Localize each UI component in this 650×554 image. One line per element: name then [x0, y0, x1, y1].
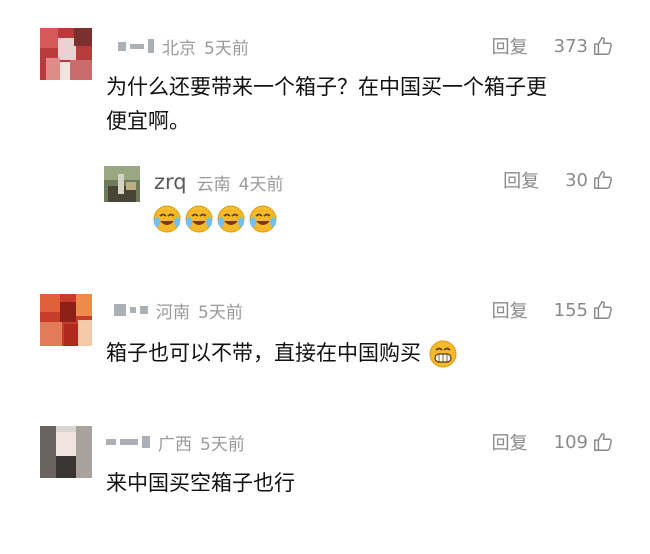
like-count: 30 [565, 169, 588, 191]
comment-actions: 回复 155 [492, 298, 614, 322]
reply-emoji-row [152, 204, 278, 234]
location-label: 河南 [156, 302, 190, 323]
thumb-up-icon[interactable] [592, 35, 614, 57]
avatar[interactable] [40, 28, 92, 80]
time-label: 5天前 [204, 38, 249, 59]
crying-laughing-icon [153, 205, 181, 233]
crying-laughing-icon [217, 205, 245, 233]
reply-meta: zrq 云南 4天前 [154, 170, 284, 195]
comment-text-line: 为什么还要带来一个箱子？在中国买一个箱子更 [106, 75, 547, 99]
location-label: 云南 [196, 174, 231, 195]
time-label: 4天前 [238, 174, 284, 195]
comment-meta: 河南 5天前 [114, 298, 243, 323]
thumb-up-icon[interactable] [592, 169, 614, 191]
username-blurred[interactable] [106, 436, 150, 448]
comment-actions: 回复 373 [492, 34, 614, 58]
crying-laughing-icon [249, 205, 277, 233]
thumb-up-icon[interactable] [592, 299, 614, 321]
username-blurred[interactable] [118, 39, 154, 53]
like-count: 373 [553, 35, 588, 57]
reply-avatar[interactable] [104, 166, 140, 202]
comment-text-line: 便宜啊。 [106, 109, 190, 133]
avatar[interactable] [40, 426, 92, 478]
avatar[interactable] [40, 294, 92, 346]
comment-meta: 广西 5天前 [106, 430, 245, 455]
like-count: 109 [553, 431, 588, 453]
reply-button[interactable]: 回复 [492, 429, 528, 455]
crying-laughing-icon [185, 205, 213, 233]
location-label: 广西 [158, 434, 192, 455]
comment-meta: 北京 5天前 [118, 34, 249, 59]
time-label: 5天前 [198, 302, 243, 323]
location-label: 北京 [162, 38, 196, 59]
comment-actions: 回复 109 [492, 430, 614, 454]
grinning-icon [429, 340, 457, 368]
thumb-up-icon[interactable] [592, 431, 614, 453]
time-label: 5天前 [200, 434, 245, 455]
reply-button[interactable]: 回复 [503, 167, 539, 193]
reply-button[interactable]: 回复 [492, 33, 528, 59]
like-count: 155 [553, 299, 588, 321]
comment-text: 为什么还要带来一个箱子？在中国买一个箱子更 便宜啊。 [106, 70, 547, 138]
reply-username[interactable]: zrq [154, 170, 187, 194]
comment-text-line: 来中国买空箱子也行 [106, 471, 295, 495]
reply-actions: 回复 30 [503, 168, 614, 192]
username-blurred[interactable] [114, 304, 148, 316]
comment-text: 箱子也可以不带，直接在中国购买 [106, 336, 458, 370]
reply-button[interactable]: 回复 [492, 297, 528, 323]
comment-text: 来中国买空箱子也行 [106, 466, 295, 500]
comment-text-line: 箱子也可以不带，直接在中国购买 [106, 341, 421, 365]
